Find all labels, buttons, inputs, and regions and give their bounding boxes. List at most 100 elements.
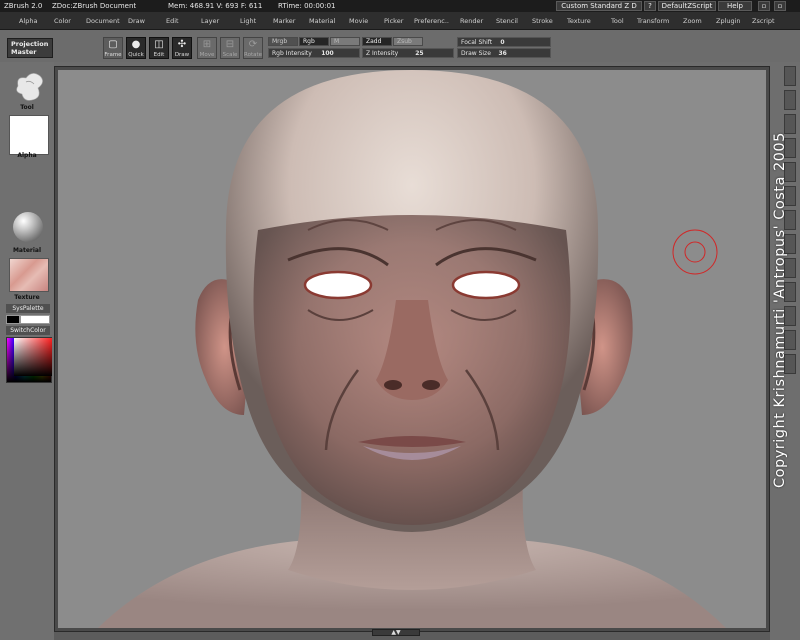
main-color-swatch[interactable]: [6, 315, 20, 324]
menu-stencil[interactable]: Stencil: [496, 17, 518, 25]
rgb-intensity-slider[interactable]: Rgb Intensity 100: [268, 48, 360, 58]
tool-palette-label[interactable]: Tool: [4, 104, 50, 111]
draw-button[interactable]: ✣ Draw: [172, 37, 192, 59]
mrgb-toggle[interactable]: Mrgb: [268, 37, 298, 46]
app-title: ZBrush 2.0: [4, 2, 43, 10]
quick-button[interactable]: ● Quick: [126, 37, 146, 59]
menu-material[interactable]: Material: [309, 17, 335, 25]
menu-texture[interactable]: Texture: [567, 17, 591, 25]
rgb-intensity-value: 100: [321, 50, 334, 57]
rotate-button[interactable]: ⟳ Rotate: [243, 37, 263, 59]
scale-label: Scale: [222, 52, 238, 58]
menu-transform[interactable]: Transform: [637, 17, 669, 25]
brush-outer-ring: [672, 229, 718, 275]
move-button[interactable]: ⊞ Move: [197, 37, 217, 59]
brush-inner-ring: [684, 241, 706, 263]
minimize-icon: ▫: [761, 2, 767, 10]
left-eye-socket: [303, 270, 373, 300]
scale-button[interactable]: ⊟ Scale: [220, 37, 240, 59]
bottom-tray-toggle[interactable]: ▲▼: [372, 629, 420, 636]
color-picker[interactable]: [6, 337, 52, 383]
menu-draw[interactable]: Draw: [128, 17, 145, 25]
document-canvas[interactable]: [58, 70, 766, 628]
edit-button[interactable]: ◫ Edit: [149, 37, 169, 59]
minimize-button[interactable]: ▫: [758, 1, 770, 11]
edit-label: Edit: [153, 52, 165, 58]
right-shelf-button-3[interactable]: [784, 114, 796, 134]
menu-picker[interactable]: Picker: [384, 17, 403, 25]
material-palette-label[interactable]: Material: [4, 247, 50, 254]
draw-icon: ✣: [177, 39, 187, 50]
menu-preferences[interactable]: Preferenc..: [414, 17, 449, 25]
menu-tool[interactable]: Tool: [611, 17, 624, 25]
menu-alpha[interactable]: Alpha: [19, 17, 37, 25]
default-zscript-button[interactable]: DefaultZScript: [658, 1, 716, 11]
move-icon: ⊞: [202, 39, 212, 50]
tool-thumbnail[interactable]: [12, 68, 48, 104]
canvas-frame: [54, 66, 770, 632]
title-bar: ZBrush 2.0 ZDoc:ZBrush Document Mem: 468…: [0, 0, 800, 12]
draw-size-label: Draw Size: [461, 50, 491, 57]
quick-label: Quick: [128, 52, 144, 58]
copyright-watermark: Copyright Krishnamurti 'Antropus' Costa …: [772, 132, 788, 488]
projection-master-button[interactable]: Projection Master: [7, 38, 53, 58]
help-question-button[interactable]: ?: [644, 1, 656, 11]
right-shelf-button-1[interactable]: [784, 66, 796, 86]
focal-shift-slider[interactable]: Focal Shift 0: [457, 37, 551, 47]
close-icon: ▫: [777, 2, 783, 10]
menu-movie[interactable]: Movie: [349, 17, 368, 25]
draw-size-value: 36: [498, 50, 507, 57]
draw-label: Draw: [174, 52, 190, 58]
syspalette-label: SysPalette: [6, 304, 50, 313]
rgb-intensity-label: Rgb Intensity: [272, 50, 312, 57]
rotate-icon: ⟳: [248, 39, 258, 50]
menu-zplugin[interactable]: Zplugin: [716, 17, 741, 25]
menu-render[interactable]: Render: [460, 17, 483, 25]
menu-color[interactable]: Color: [54, 17, 71, 25]
rtime-readout: RTime: 00:00:01: [278, 2, 336, 10]
secondary-color-swatch[interactable]: [20, 315, 50, 324]
z-intensity-label: Z Intensity: [366, 50, 399, 57]
right-eye-socket: [451, 270, 521, 300]
menu-bar: Alpha Color Document Draw Edit Layer Lig…: [0, 12, 800, 30]
brush-cursor: [672, 229, 718, 275]
frame-label: Frame: [104, 52, 122, 58]
move-label: Move: [199, 52, 215, 58]
zsub-toggle[interactable]: Zsub: [393, 37, 423, 46]
menu-edit[interactable]: Edit: [166, 17, 179, 25]
z-intensity-value: 25: [415, 50, 424, 57]
draw-size-slider[interactable]: Draw Size 36: [457, 48, 551, 58]
m-toggle[interactable]: M: [330, 37, 360, 46]
menu-document[interactable]: Document: [86, 17, 120, 25]
document-title: ZDoc:ZBrush Document: [52, 2, 137, 10]
right-nostril: [422, 380, 440, 390]
switchcolor-button[interactable]: SwitchColor: [6, 326, 50, 335]
rotate-label: Rotate: [244, 52, 263, 58]
alpha-thumbnail[interactable]: [9, 115, 49, 155]
texture-palette-label[interactable]: Texture: [4, 294, 50, 301]
material-sphere-thumbnail[interactable]: [13, 212, 43, 242]
zadd-toggle[interactable]: Zadd: [362, 37, 392, 46]
menu-zoom[interactable]: Zoom: [683, 17, 702, 25]
menu-zscript[interactable]: Zscript: [752, 17, 775, 25]
sphere-icon: ●: [131, 39, 141, 50]
texture-thumbnail[interactable]: [9, 258, 49, 292]
menu-light[interactable]: Light: [240, 17, 256, 25]
left-nostril: [384, 380, 402, 390]
rgb-toggle[interactable]: Rgb: [299, 37, 329, 46]
menu-stroke[interactable]: Stroke: [532, 17, 553, 25]
help-button[interactable]: Help: [718, 1, 752, 11]
focal-shift-label: Focal Shift: [461, 39, 493, 46]
menu-marker[interactable]: Marker: [273, 17, 295, 25]
edit-icon: ◫: [154, 39, 164, 50]
z-intensity-slider[interactable]: Z Intensity 25: [362, 48, 454, 58]
color-saturation-square[interactable]: [14, 338, 52, 376]
focal-shift-value: 0: [500, 39, 505, 46]
right-shelf-button-2[interactable]: [784, 90, 796, 110]
top-shelf: Projection Master ▢ Frame ● Quick ◫ Edit…: [0, 30, 800, 62]
menu-layer[interactable]: Layer: [201, 17, 219, 25]
layout-button[interactable]: Custom Standard Z D: [556, 1, 642, 11]
alpha-palette-label[interactable]: Alpha: [4, 152, 50, 159]
frame-button[interactable]: ▢ Frame: [103, 37, 123, 59]
close-button[interactable]: ▫: [774, 1, 786, 11]
